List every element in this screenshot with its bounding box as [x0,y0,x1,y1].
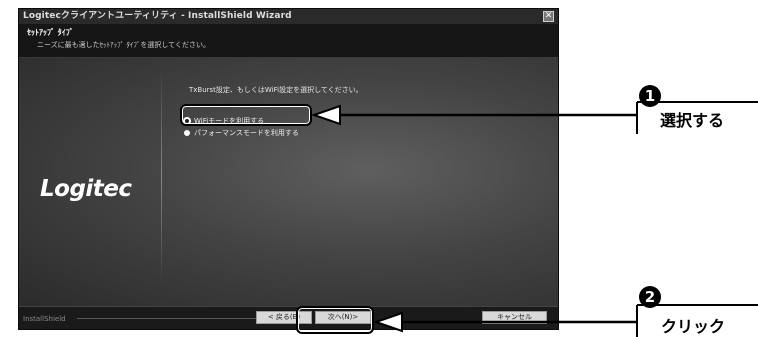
callout-number-1: 1 [639,85,661,107]
callout-number-2: 2 [639,286,661,308]
callout-label-click: クリック [661,317,726,336]
callout-label-select: 選択する [660,111,725,130]
